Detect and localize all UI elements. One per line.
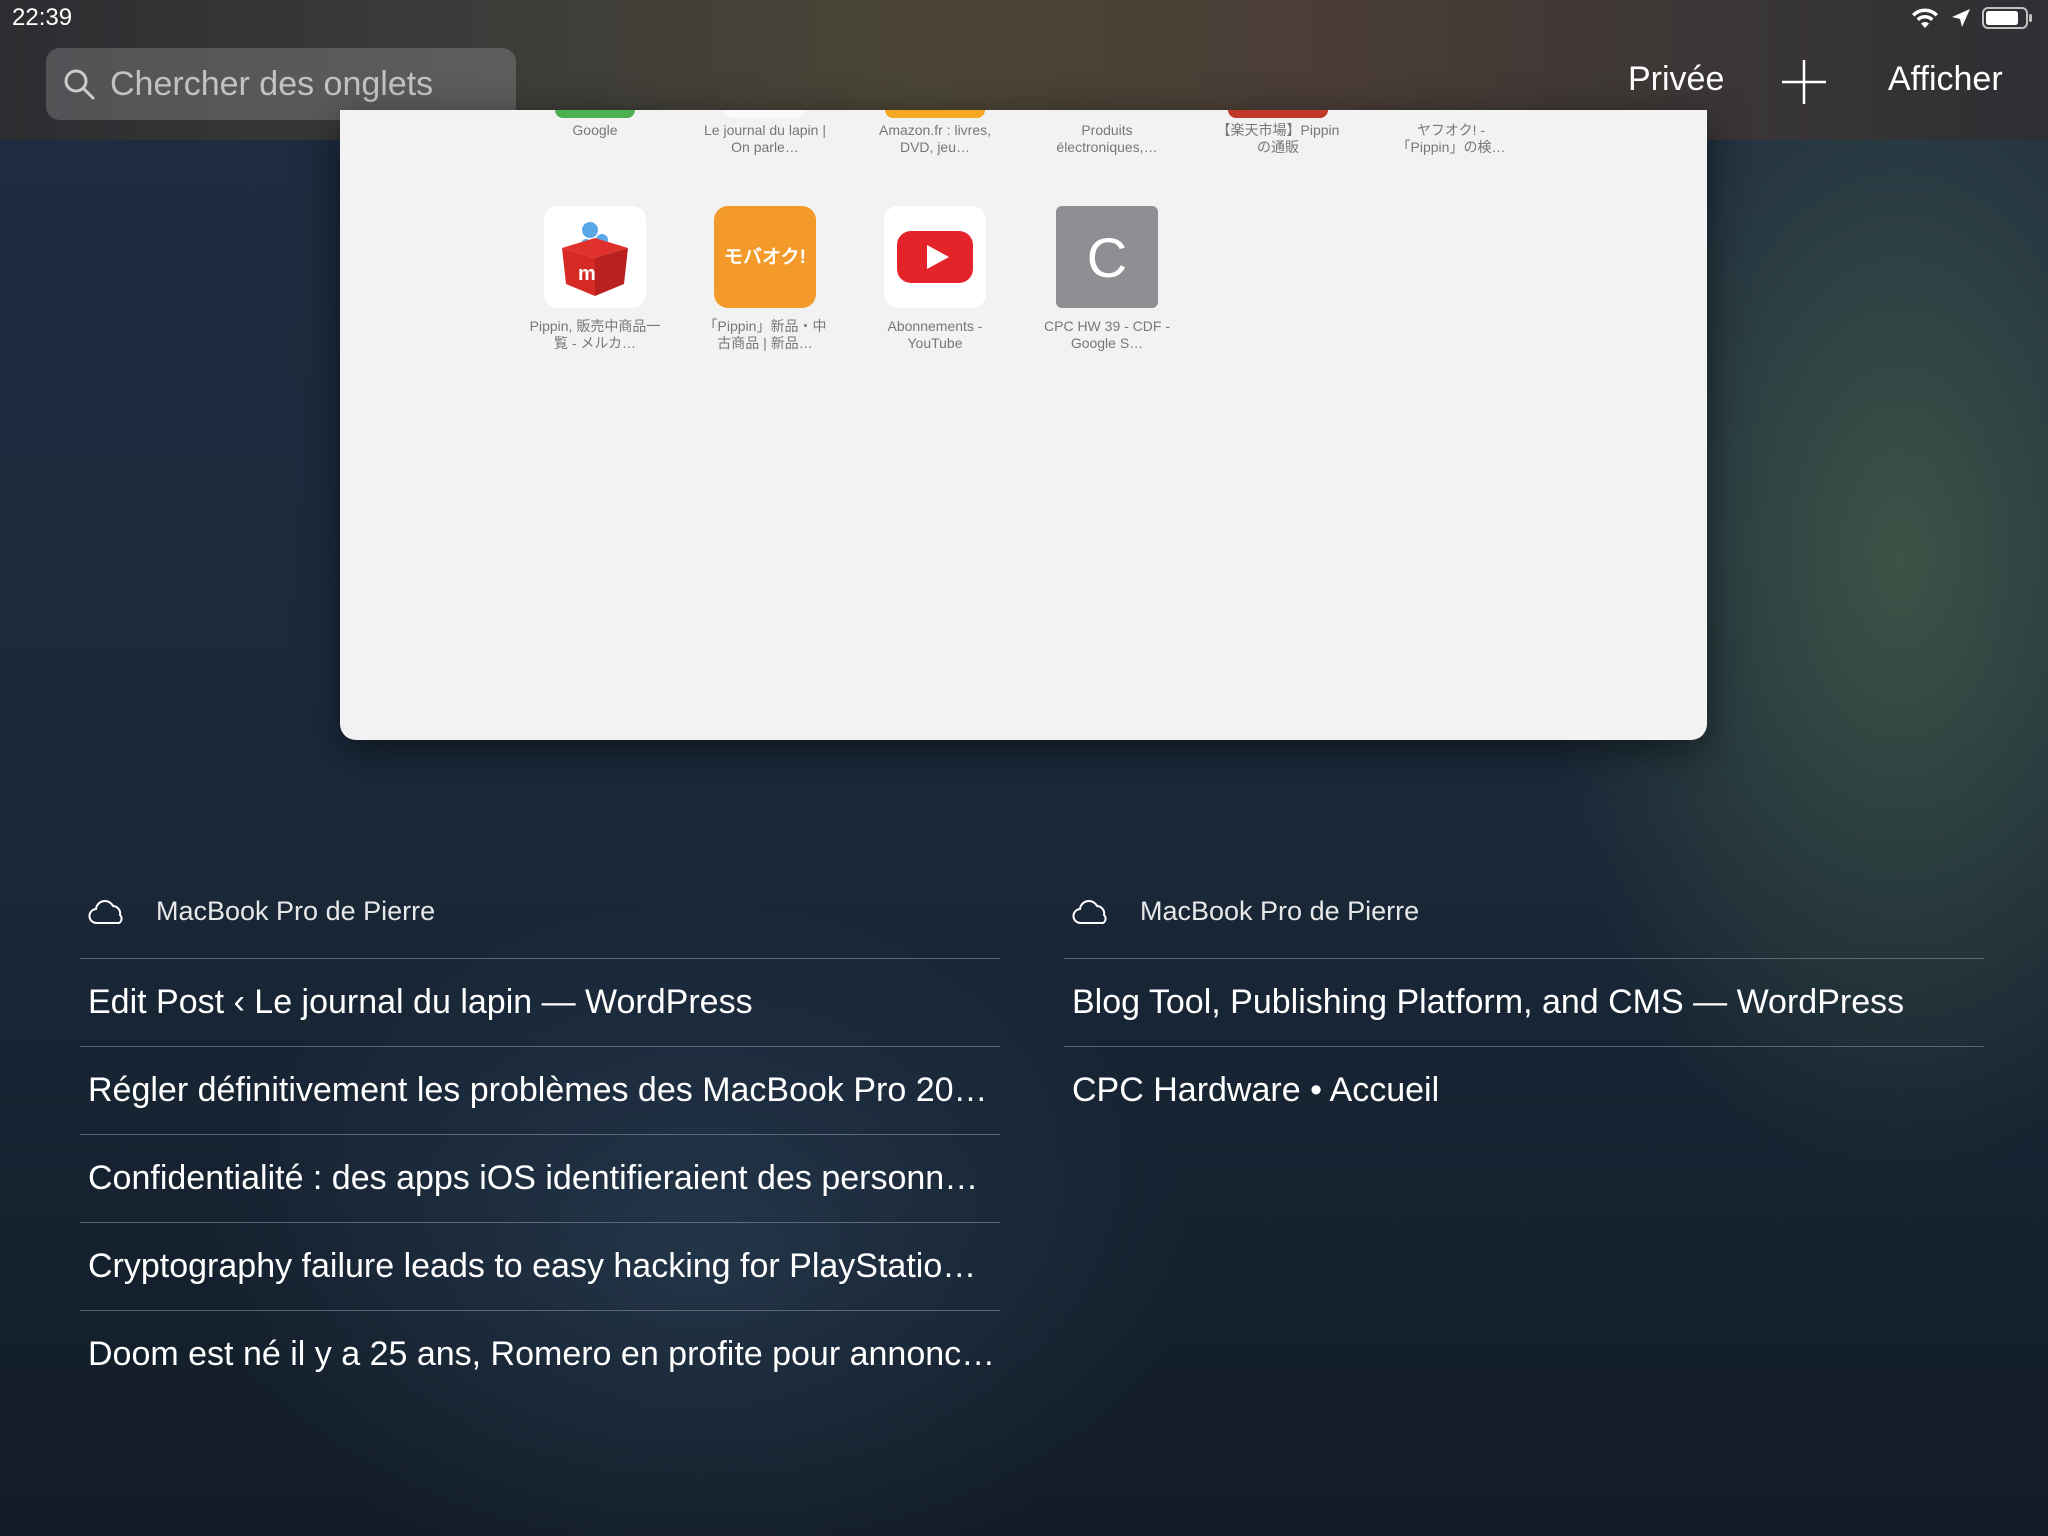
favorite-google[interactable]: Google	[525, 110, 665, 139]
cloud-tab-item[interactable]: Edit Post ‹ Le journal du lapin — WordPr…	[80, 958, 1000, 1046]
cloud-tab-item[interactable]: CPC Hardware • Accueil	[1064, 1046, 1984, 1134]
favorite-yahuoku[interactable]: ヤフオク! - 「Pippin」の検…	[1386, 110, 1516, 156]
favorite-label: ヤフオク! - 「Pippin」の検…	[1396, 122, 1506, 155]
icloud-icon	[1072, 899, 1107, 924]
device-name: MacBook Pro de Pierre	[156, 896, 436, 926]
favorite-label: Produits électroniques,…	[1056, 122, 1158, 155]
cloud-tab-item[interactable]: Régler définitivement les problèmes des …	[80, 1046, 1000, 1134]
favorite-cpc-hw[interactable]: C CPC HW 39 - CDF - Google S…	[1042, 206, 1172, 352]
battery-icon	[1982, 7, 2032, 29]
svg-text:m: m	[578, 263, 596, 285]
favorite-label: 【楽天市場】Pippinの通販	[1216, 122, 1340, 155]
cloud-tab-list: Edit Post ‹ Le journal du lapin — WordPr…	[80, 958, 1000, 1398]
status-icons	[1910, 6, 2034, 30]
favorite-tile-stub	[725, 110, 805, 118]
favorite-label: Google	[572, 122, 618, 138]
wifi-icon	[1912, 8, 1938, 28]
cloud-tab-list: Blog Tool, Publishing Platform, and CMS …	[1064, 958, 1984, 1134]
youtube-icon	[884, 206, 986, 308]
favorite-tile-stub	[885, 110, 985, 118]
icloud-icon	[88, 899, 123, 924]
favorite-youtube[interactable]: Abonnements - YouTube	[870, 206, 1000, 352]
letter-c-icon: C	[1056, 206, 1158, 308]
new-tab-plus-icon[interactable]	[1782, 60, 1826, 104]
favorite-mobaoku[interactable]: モバオク! 「Pippin」新品・中古商品 | 新品…	[697, 206, 833, 352]
cloud-tab-item[interactable]: Confidentialité : des apps iOS identifie…	[80, 1134, 1000, 1222]
status-time: 22:39	[12, 4, 73, 31]
favorite-label: CPC HW 39 - CDF - Google S…	[1044, 318, 1170, 351]
tab-preview-card[interactable]: Google Le journal du lapin | On parle… A…	[340, 110, 1707, 740]
device-name: MacBook Pro de Pierre	[1140, 896, 1420, 926]
favorite-tile-stub	[555, 110, 635, 118]
show-button[interactable]: Afficher	[1888, 60, 2003, 99]
cloud-device-header: MacBook Pro de Pierre	[1072, 896, 1419, 927]
cloud-tab-item[interactable]: Cryptography failure leads to easy hacki…	[80, 1222, 1000, 1310]
cloud-tab-item[interactable]: Blog Tool, Publishing Platform, and CMS …	[1064, 958, 1984, 1046]
private-button[interactable]: Privée	[1628, 60, 1724, 99]
favorite-label: Le journal du lapin | On parle…	[704, 122, 826, 155]
favorite-label: 「Pippin」新品・中古商品 | 新品…	[703, 318, 827, 351]
favorite-journal-du-lapin[interactable]: Le journal du lapin | On parle…	[697, 110, 833, 156]
search-tabs-input[interactable]	[108, 63, 502, 105]
favorite-rakuten[interactable]: 【楽天市場】Pippinの通販	[1213, 110, 1343, 156]
favorite-label: Abonnements - YouTube	[887, 318, 983, 351]
favorite-tile-stub	[1228, 110, 1328, 118]
location-arrow-icon	[1952, 9, 1970, 27]
mobaoku-icon: モバオク!	[714, 206, 816, 308]
search-icon	[64, 69, 95, 100]
favorite-mercari[interactable]: m Pippin, 販売中商品一覧 - メルカ…	[525, 206, 665, 352]
cloud-tab-item[interactable]: Doom est né il y a 25 ans, Romero en pro…	[80, 1310, 1000, 1398]
letter-c-tile-text: C	[1086, 225, 1128, 289]
mobaoku-tile-text: モバオク!	[724, 246, 806, 268]
cloud-device-header: MacBook Pro de Pierre	[88, 896, 435, 927]
favorite-amazon[interactable]: Amazon.fr : livres, DVD, jeu…	[870, 110, 1000, 156]
favorite-label: Amazon.fr : livres, DVD, jeu…	[878, 122, 992, 155]
favorite-tile-stub	[1411, 110, 1491, 118]
favorite-label: Pippin, 販売中商品一覧 - メルカ…	[529, 318, 661, 351]
favorite-tile-stub	[1067, 110, 1147, 118]
favorite-produits-electroniques[interactable]: Produits électroniques,…	[1042, 110, 1172, 156]
mercari-box-icon: m	[544, 206, 646, 308]
